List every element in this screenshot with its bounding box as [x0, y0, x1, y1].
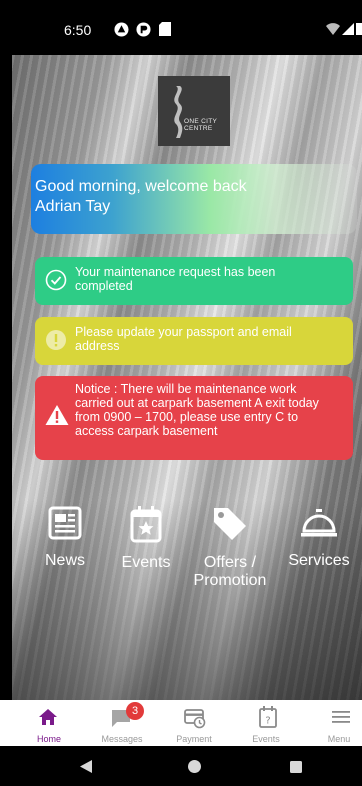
tag-icon	[211, 508, 249, 547]
exclamation-circle-icon	[45, 329, 67, 354]
tab-home[interactable]: Home	[13, 700, 85, 746]
tab-events[interactable]: ? Events	[230, 700, 302, 746]
shortcut-grid: News Events Offers / Promotion Services	[0, 505, 362, 605]
greeting-text: Good morning, welcome back	[35, 178, 247, 195]
battery-icon	[356, 22, 362, 40]
shortcut-label: News	[44, 552, 85, 569]
notification-success[interactable]: Your maintenance request has been comple…	[35, 257, 353, 305]
tab-label: Payment	[176, 734, 212, 744]
shortcut-events[interactable]: Events	[116, 505, 176, 572]
status-notification-icons	[113, 21, 173, 37]
home-icon	[37, 708, 59, 730]
shortcut-label: Events	[121, 554, 171, 571]
building-logo: ONE CITY CENTRE	[158, 76, 230, 146]
sd-card-icon	[157, 21, 173, 37]
shortcut-offers[interactable]: Offers / Promotion	[190, 505, 270, 590]
back-icon[interactable]	[80, 760, 92, 778]
welcome-banner: Good morning, welcome back Adrian Tay	[31, 164, 357, 234]
bottom-tab-bar: Home 3 Messages Payment ? Events Menu	[0, 700, 362, 746]
check-circle-icon	[45, 269, 67, 294]
wifi-icon	[326, 22, 340, 40]
tab-messages[interactable]: 3 Messages	[86, 700, 158, 746]
app-notification-icon	[135, 21, 151, 37]
tab-label: Events	[252, 734, 280, 744]
notification-text: Your maintenance request has been comple…	[75, 265, 276, 293]
home-circle-icon[interactable]	[188, 760, 201, 778]
tab-payment[interactable]: Payment	[158, 700, 230, 746]
shortcut-news[interactable]: News	[40, 505, 90, 570]
app-notification-icon	[113, 21, 129, 37]
tab-menu[interactable]: Menu	[303, 700, 362, 746]
hamburger-icon	[330, 710, 352, 732]
calendar-star-icon	[128, 506, 164, 547]
calendar-question-icon: ?	[257, 706, 279, 728]
notification-text: Please update your passport and email ad…	[75, 325, 292, 353]
svg-text:?: ?	[265, 716, 270, 727]
tab-label: Home	[36, 734, 61, 744]
recents-square-icon[interactable]	[290, 760, 302, 778]
tab-label: Menu	[327, 734, 351, 744]
shortcut-label: Services	[288, 552, 350, 569]
shortcut-services[interactable]: Services	[284, 505, 354, 570]
status-time: 6:50	[64, 22, 92, 38]
notification-alert[interactable]: Notice : There will be maintenance work …	[35, 376, 353, 460]
warning-triangle-icon	[45, 404, 69, 429]
shortcut-label: Offers / Promotion	[193, 554, 267, 589]
logo-wordmark: ONE CITY CENTRE	[184, 118, 218, 132]
status-system-icons	[326, 22, 362, 40]
service-bell-icon	[299, 509, 339, 545]
payment-icon	[184, 707, 206, 729]
tab-label: Messages	[101, 734, 143, 744]
notification-warning[interactable]: Please update your passport and email ad…	[35, 317, 353, 365]
status-bar: 6:50	[0, 0, 362, 52]
notification-text: Notice : There will be maintenance work …	[75, 382, 319, 438]
newspaper-icon	[47, 506, 83, 545]
message-count-badge: 3	[126, 702, 144, 720]
signal-icon	[342, 22, 354, 40]
user-name: Adrian Tay	[35, 198, 111, 215]
system-navigation-bar	[0, 746, 362, 786]
